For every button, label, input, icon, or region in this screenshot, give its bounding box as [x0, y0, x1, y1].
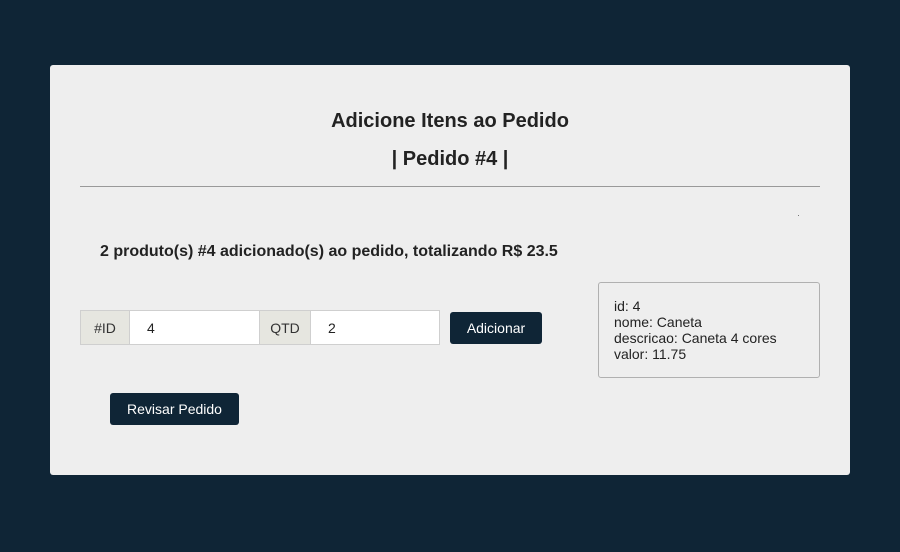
divider: [80, 186, 820, 187]
stray-dot: [798, 215, 799, 216]
order-card: Adicione Itens ao Pedido | Pedido #4 | 2…: [50, 65, 850, 475]
product-name: nome: Caneta: [614, 314, 702, 330]
id-addon-label: #ID: [80, 310, 130, 345]
order-number-heading: | Pedido #4 |: [391, 148, 509, 170]
page-title: Adicione Itens ao Pedido: [331, 110, 569, 132]
product-description: descricao: Caneta 4 cores: [614, 330, 777, 346]
qtd-input[interactable]: [310, 310, 440, 345]
qtd-addon-label: QTD: [260, 310, 310, 345]
product-id: id: 4: [614, 298, 641, 314]
add-button[interactable]: Adicionar: [450, 312, 542, 344]
review-order-button[interactable]: Revisar Pedido: [110, 393, 239, 425]
product-value: valor: 11.75: [614, 346, 687, 362]
id-input[interactable]: [130, 310, 260, 345]
status-message: 2 produto(s) #4 adicionado(s) ao pedido,…: [100, 243, 558, 260]
product-info-box: id: 4 nome: Caneta descricao: Caneta 4 c…: [598, 282, 820, 378]
add-item-form: #ID QTD: [80, 310, 440, 345]
